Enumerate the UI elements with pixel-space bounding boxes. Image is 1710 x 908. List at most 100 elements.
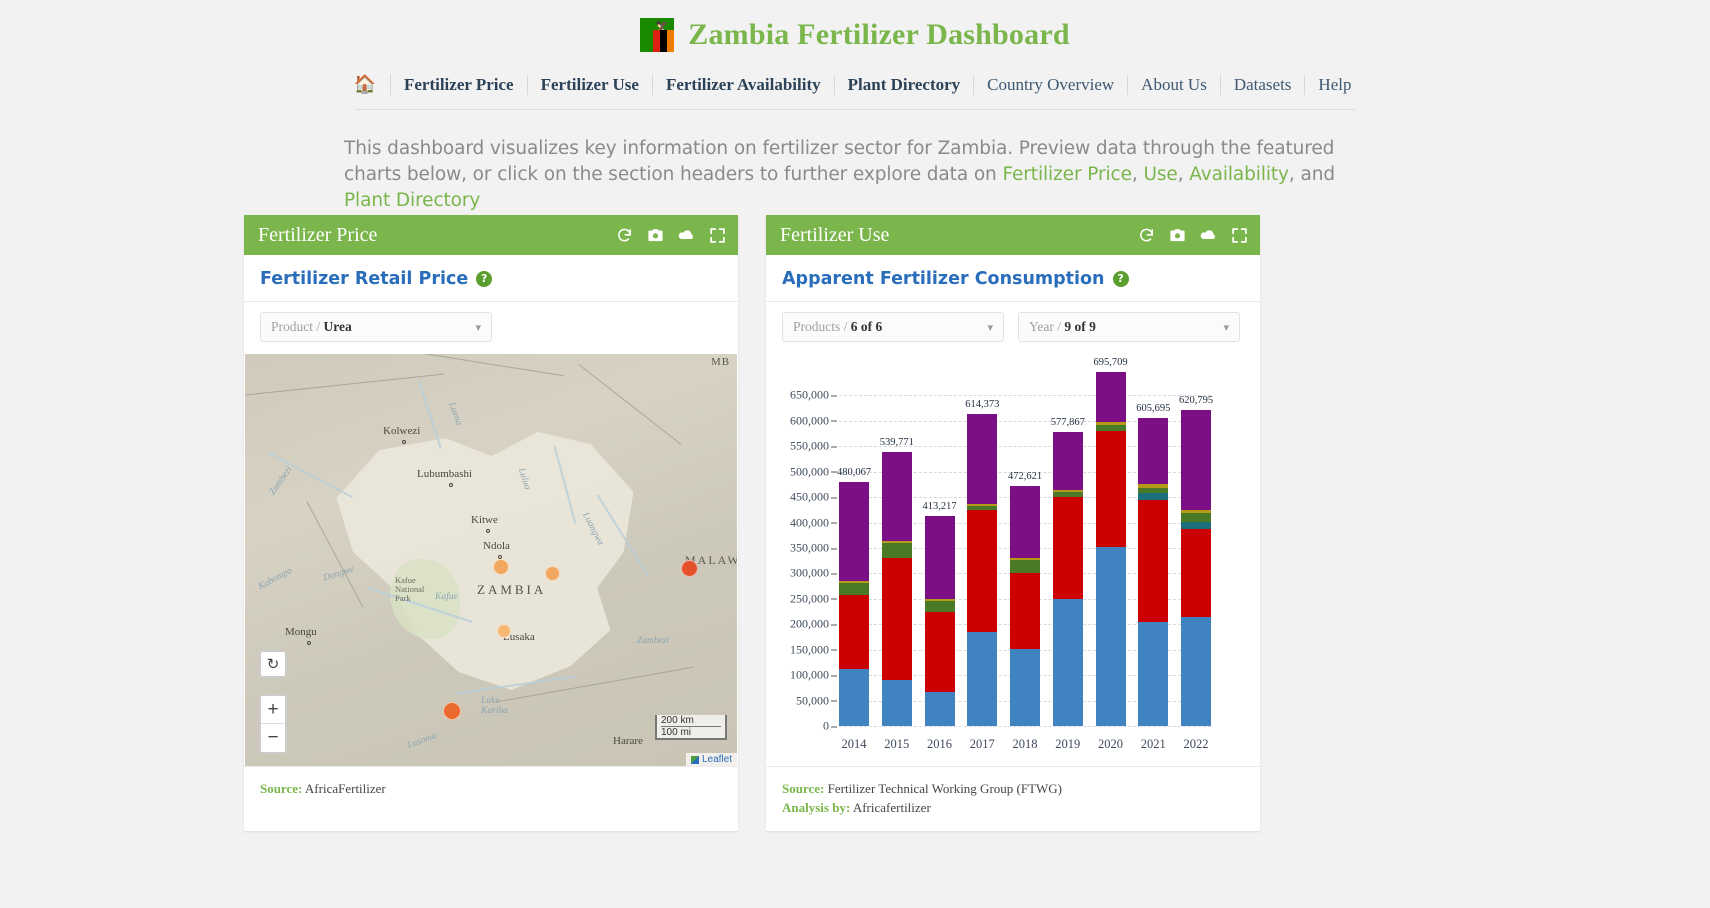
nav-item-fertilizer-use[interactable]: Fertilizer Use bbox=[528, 74, 653, 95]
chart-bar-segment[interactable] bbox=[881, 558, 912, 681]
price-filter-row: Product / Urea ▾ bbox=[244, 302, 738, 354]
fullscreen-icon[interactable] bbox=[1231, 227, 1248, 244]
use-analysis-value: Africafertilizer bbox=[852, 800, 931, 815]
nav-item-fertilizer-availability[interactable]: Fertilizer Availability bbox=[653, 74, 835, 95]
price-panel-footer: Source: AfricaFertilizer bbox=[244, 766, 738, 822]
chart-bar-column[interactable]: 695,709 bbox=[1093, 357, 1128, 726]
intro-link-availability[interactable]: Availability bbox=[1189, 164, 1289, 185]
chart-bar-segment[interactable] bbox=[1010, 573, 1040, 649]
chart-bar-segment[interactable] bbox=[1181, 522, 1211, 530]
nav-item-help[interactable]: Help bbox=[1305, 75, 1364, 95]
chart-bar-segment[interactable] bbox=[967, 509, 998, 632]
chart-bar-column[interactable]: 605,695 bbox=[1136, 370, 1170, 726]
intro-link-use[interactable]: Use bbox=[1143, 164, 1177, 185]
chart-bar-segment[interactable] bbox=[881, 451, 912, 541]
chart-bar-segment[interactable] bbox=[881, 542, 912, 559]
chart-bar-segment[interactable] bbox=[967, 631, 998, 726]
price-chart-title: Fertilizer Retail Price bbox=[260, 269, 469, 289]
nav-home-button[interactable]: 🏠 bbox=[346, 74, 391, 95]
cloud-download-icon[interactable] bbox=[678, 227, 695, 244]
map-zoom-in-button[interactable]: + bbox=[261, 696, 285, 724]
chart-bar-column[interactable]: 413,217 bbox=[922, 370, 957, 726]
chart-bar-segment[interactable] bbox=[1052, 598, 1083, 726]
fullscreen-icon[interactable] bbox=[709, 227, 726, 244]
chart-bar-segment[interactable] bbox=[1181, 410, 1211, 511]
chart-bar-segment[interactable] bbox=[881, 680, 912, 726]
chart-bar-segment[interactable] bbox=[839, 481, 869, 581]
chart-bar-segment[interactable] bbox=[839, 595, 869, 670]
consumption-chart: Apparent Consumption in MT 050,000100,00… bbox=[767, 354, 1259, 766]
chart-x-axis-labels: 2014 2015 2016 2017 2018 2019 2020 2021 2022 bbox=[839, 737, 1211, 752]
product-select-label: Product / bbox=[271, 319, 321, 334]
refresh-icon[interactable] bbox=[1138, 227, 1155, 244]
map-reset-button[interactable]: ↻ bbox=[259, 650, 287, 678]
nav-item-datasets[interactable]: Datasets bbox=[1221, 74, 1306, 95]
use-chart-title: Apparent Fertilizer Consumption bbox=[782, 269, 1105, 289]
chart-bar-segment[interactable] bbox=[1181, 512, 1211, 523]
chart-bar-segment[interactable] bbox=[1052, 497, 1083, 599]
cloud-download-icon[interactable] bbox=[1200, 227, 1217, 244]
nav-item-country-overview[interactable]: Country Overview bbox=[974, 74, 1129, 95]
chart-bar-total-label: 620,795 bbox=[1178, 395, 1214, 407]
chart-bar-segment[interactable] bbox=[1138, 418, 1169, 485]
camera-icon[interactable] bbox=[1169, 227, 1186, 244]
chart-bar-column[interactable]: 539,771 bbox=[880, 370, 914, 726]
chart-bar-column[interactable]: 620,795 bbox=[1178, 370, 1214, 726]
price-map[interactable]: Luena Zambezi Lulua Luangwa Kabompo Dong… bbox=[245, 354, 737, 766]
map-zoom-out-button[interactable]: − bbox=[261, 724, 285, 752]
chart-bar-segment[interactable] bbox=[1138, 492, 1169, 500]
chart-bar-segment[interactable] bbox=[1095, 372, 1126, 422]
help-icon[interactable]: ? bbox=[1112, 271, 1129, 287]
chart-bar-segment[interactable] bbox=[839, 669, 869, 726]
camera-icon[interactable] bbox=[647, 227, 664, 244]
chart-x-tick: 2016 bbox=[927, 737, 952, 751]
product-select[interactable]: Product / Urea ▾ bbox=[260, 312, 492, 342]
nav-item-fertilizer-price[interactable]: Fertilizer Price bbox=[391, 74, 528, 95]
products-select-value: 6 of 6 bbox=[850, 319, 883, 334]
price-point-marker[interactable] bbox=[497, 624, 511, 638]
chart-bars: 480,067 539,771 413,217 614,373 472,621 577,8… bbox=[836, 357, 1214, 726]
fertilizer-use-panel: Fertilizer Use Apparent Fertilizer Consu… bbox=[766, 215, 1260, 831]
leaflet-attribution[interactable]: Leaflet bbox=[685, 753, 737, 766]
price-point-marker[interactable] bbox=[545, 566, 560, 581]
chart-x-tick: 2019 bbox=[1055, 737, 1081, 751]
chart-bar-segment[interactable] bbox=[1138, 499, 1169, 622]
chart-bar-column[interactable]: 480,067 bbox=[836, 370, 872, 726]
intro-link-fertilizer-price[interactable]: Fertilizer Price bbox=[1002, 164, 1132, 185]
chart-bar-segment[interactable] bbox=[924, 600, 955, 613]
help-icon[interactable]: ? bbox=[476, 271, 493, 287]
chart-bar-segment[interactable] bbox=[924, 515, 955, 600]
chart-bar-total-label: 472,621 bbox=[1007, 470, 1043, 482]
chart-bar-segment[interactable] bbox=[924, 612, 955, 693]
price-point-marker[interactable] bbox=[493, 559, 509, 575]
price-point-marker[interactable] bbox=[443, 702, 461, 720]
chart-bar-segment[interactable] bbox=[839, 582, 869, 596]
products-select[interactable]: Products / 6 of 6 ▾ bbox=[782, 312, 1004, 342]
chart-bar-segment[interactable] bbox=[1095, 546, 1126, 726]
price-point-marker[interactable] bbox=[681, 560, 698, 577]
chart-bar-segment[interactable] bbox=[1181, 616, 1211, 726]
refresh-icon[interactable] bbox=[616, 227, 633, 244]
chart-bar-segment[interactable] bbox=[967, 413, 998, 504]
chart-bar-segment[interactable] bbox=[924, 692, 955, 726]
chart-bar-column[interactable]: 472,621 bbox=[1007, 370, 1043, 726]
price-source-value: AfricaFertilizer bbox=[304, 781, 386, 796]
nav-item-plant-directory[interactable]: Plant Directory bbox=[835, 74, 975, 95]
chart-bar-total-label: 480,067 bbox=[836, 466, 872, 478]
chart-bar-segment[interactable] bbox=[1052, 432, 1083, 490]
chart-x-tick: 2022 bbox=[1183, 737, 1209, 751]
intro-link-plant-directory[interactable]: Plant Directory bbox=[344, 190, 480, 211]
chart-y-tick: 450,000 bbox=[790, 490, 839, 505]
year-select[interactable]: Year / 9 of 9 ▾ bbox=[1018, 312, 1240, 342]
chart-bar-segment[interactable] bbox=[1095, 431, 1126, 547]
chart-bar-segment[interactable] bbox=[1138, 621, 1169, 726]
chart-bar-segment[interactable] bbox=[1010, 560, 1040, 574]
chart-bar-column[interactable]: 577,867 bbox=[1051, 370, 1085, 726]
chart-bar-column[interactable]: 614,373 bbox=[965, 370, 999, 726]
chart-bar-segment[interactable] bbox=[1181, 529, 1211, 617]
use-panel-title: Fertilizer Use bbox=[780, 223, 890, 246]
chart-bar-segment[interactable] bbox=[1010, 485, 1040, 558]
nav-item-about-us[interactable]: About Us bbox=[1128, 74, 1221, 95]
chart-bar-segment[interactable] bbox=[1010, 648, 1040, 726]
country-label-zambia: ZAMBIA bbox=[477, 582, 547, 597]
